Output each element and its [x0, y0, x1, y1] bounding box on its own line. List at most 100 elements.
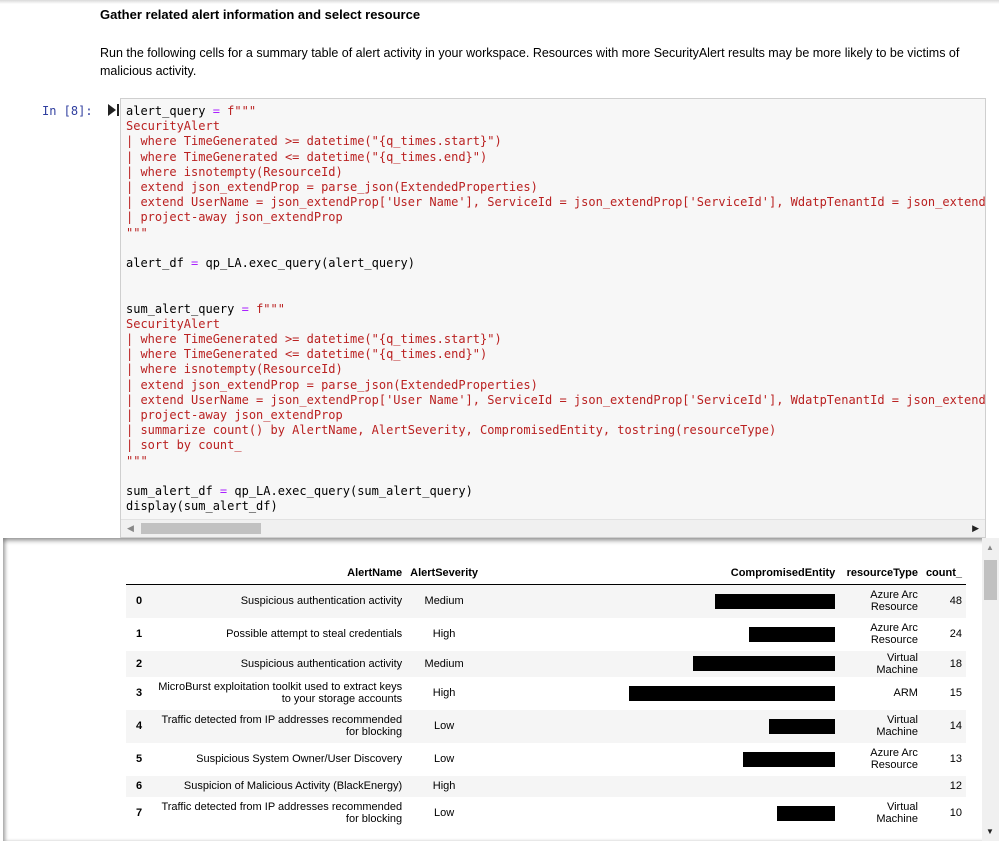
count-cell: 18 — [921, 650, 966, 677]
count-cell: 10 — [949, 807, 962, 819]
alert-severity-cell: Medium — [406, 584, 483, 618]
resourcetype-header: resourceType — [839, 562, 922, 585]
code-line: | extend json_extendProp = parse_json(Ex… — [126, 180, 538, 195]
table-row: 2 Suspicious authentication activity Mediu… — [126, 650, 966, 677]
compromised-entity-cell — [482, 650, 840, 677]
count-header: count_ — [921, 562, 966, 585]
scroll-down-arrow-icon[interactable]: ▼ — [986, 827, 994, 836]
table-row: 0 Suspicious authentication activity Mediu… — [126, 584, 966, 618]
compromised-entity-cell — [482, 618, 839, 651]
count-cell: 48 — [921, 584, 966, 618]
table-row: 7 Traffic detected from IP addresses reco… — [126, 797, 966, 830]
count-cell: 13 — [949, 753, 962, 765]
code-editor[interactable]: alert_query = f""" SecurityAlert | where… — [126, 104, 986, 514]
table-row: 4 Traffic detected from IP addresses reco… — [126, 709, 966, 743]
code-line: SecurityAlert — [126, 316, 220, 331]
row-index: 0 — [126, 584, 147, 618]
alert-severity-cell: High — [406, 775, 483, 797]
compromised-entity-cell — [482, 775, 840, 797]
scroll-right-arrow-icon[interactable]: ▶ — [972, 523, 979, 534]
code-line: | extend json_extendProp = parse_json(Ex… — [126, 377, 538, 392]
compromised-entity-cell — [482, 743, 839, 776]
resource-type-cell: Azure Arc Resource — [870, 622, 918, 646]
alert-name-cell: Possible attempt to steal credentials — [226, 628, 403, 640]
code-line: alert_query = f""" — [126, 104, 257, 118]
code-line: | where isnotempty(ResourceId) — [126, 362, 343, 377]
alert-severity-cell: Low — [434, 807, 455, 819]
alert-name-cell: Suspicious authentication activity — [146, 650, 407, 677]
code-cell-input[interactable]: alert_query = f""" SecurityAlert | where… — [120, 98, 986, 538]
redaction-bar — [749, 626, 836, 642]
code-line: | project-away json_extendProp — [126, 408, 343, 423]
vertical-scrollbar[interactable]: ▲ ▼ — [982, 538, 999, 841]
row-index: 2 — [126, 650, 147, 677]
alert-name-cell: Traffic detected from IP addresses recom… — [161, 801, 403, 825]
alert-name-cell: Suspicion of Malicious Activity (BlackEn… — [146, 775, 407, 797]
resource-type-cell: Virtual Machine — [839, 650, 922, 677]
code-line: """ — [126, 453, 148, 468]
row-index: 1 — [136, 628, 143, 640]
code-line: sum_alert_query = f""" — [126, 301, 285, 316]
table-body: 0 Suspicious authentication activity Mediu… — [126, 584, 966, 830]
table-row: 5 Suspicious System Owner/User Discovery L… — [126, 743, 966, 776]
code-line: """ — [126, 225, 148, 240]
code-line: | extend UserName = json_extendProp['Use… — [126, 392, 986, 407]
redaction-bar — [693, 656, 836, 671]
row-index: 7 — [136, 807, 143, 819]
code-line: | where TimeGenerated >= datetime("{q_ti… — [126, 134, 502, 149]
horizontal-scroll-thumb[interactable] — [141, 523, 261, 534]
row-index: 6 — [126, 775, 147, 797]
resource-type-cell: ARM — [893, 687, 918, 699]
table-row: 3 MicroBurst exploitation toolkit used to… — [126, 677, 966, 710]
redaction-bar — [777, 805, 836, 821]
compromised-entity-cell — [482, 709, 840, 743]
code-line: display(sum_alert_df) — [126, 499, 278, 514]
resource-type-cell — [839, 775, 922, 797]
code-line: | where isnotempty(ResourceId) — [126, 164, 343, 179]
alert-name-cell: Traffic detected from IP addresses recom… — [146, 709, 407, 743]
index-header — [126, 562, 147, 585]
run-cursor-icon — [108, 104, 119, 116]
code-line: | summarize count() by AlertName, AlertS… — [126, 423, 777, 438]
compromised-entity-cell — [482, 677, 839, 710]
alertseverity-header: AlertSeverity — [406, 562, 483, 585]
markdown-paragraph: Run the following cells for a summary ta… — [100, 46, 960, 78]
resource-type-cell: Azure Arc Resource — [839, 584, 922, 618]
alert-severity-cell: High — [432, 628, 456, 640]
markdown-heading: Gather related alert information and sel… — [100, 7, 421, 22]
code-line: sum_alert_df = qp_LA.exec_query(sum_aler… — [126, 484, 473, 499]
alert-severity-cell: Medium — [406, 650, 483, 677]
horizontal-scrollbar[interactable]: ◀ ▶ — [121, 519, 985, 537]
row-index: 3 — [136, 687, 143, 699]
table-row: 1 Possible attempt to steal credentials Hi… — [126, 618, 966, 651]
alert-severity-cell: High — [432, 687, 456, 699]
row-index: 5 — [136, 753, 143, 765]
resource-type-cell: Virtual Machine — [839, 709, 922, 743]
compromised-entity-cell — [482, 797, 839, 830]
scroll-left-arrow-icon[interactable]: ◀ — [127, 523, 134, 534]
table-row: 6 Suspicion of Malicious Activity (BlackE… — [126, 775, 966, 797]
count-cell: 15 — [949, 687, 962, 699]
code-line: alert_df = qp_LA.exec_query(alert_query) — [126, 256, 416, 271]
code-line: | sort by count_ — [126, 438, 242, 453]
resource-type-cell: Virtual Machine — [876, 801, 918, 825]
alert-severity-cell: Low — [406, 709, 483, 743]
redaction-bar — [743, 751, 836, 767]
code-line: | where TimeGenerated >= datetime("{q_ti… — [126, 332, 502, 347]
table-header-row: AlertName AlertSeverity CompromisedEntit… — [126, 562, 966, 585]
code-line: SecurityAlert — [126, 119, 220, 134]
redaction-bar — [629, 685, 836, 701]
count-cell: 12 — [921, 775, 966, 797]
compromised-entity-cell — [482, 584, 840, 618]
code-line: | where TimeGenerated <= datetime("{q_ti… — [126, 149, 488, 164]
alert-severity-cell: Low — [434, 753, 455, 765]
alert-name-cell: MicroBurst exploitation toolkit used to … — [158, 681, 403, 705]
count-cell: 24 — [949, 628, 962, 640]
redaction-bar — [715, 593, 836, 609]
page-top-shadow — [0, 0, 999, 4]
scroll-up-arrow-icon[interactable]: ▲ — [986, 543, 994, 552]
code-line: | where TimeGenerated <= datetime("{q_ti… — [126, 347, 488, 362]
code-line: | extend UserName = json_extendProp['Use… — [126, 195, 986, 210]
vertical-scroll-thumb[interactable] — [984, 560, 997, 600]
cell-output-area: AlertName AlertSeverity CompromisedEntit… — [3, 538, 999, 841]
